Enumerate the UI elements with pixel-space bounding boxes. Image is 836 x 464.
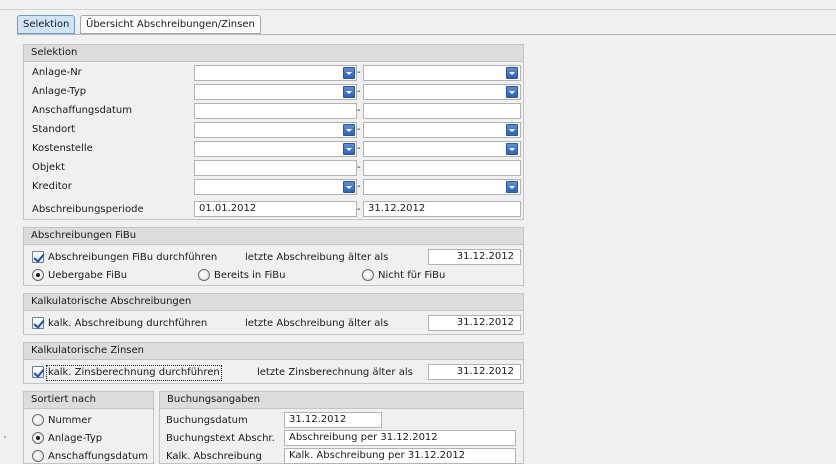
- anlage-typ-label: Anlage-Typ: [32, 86, 87, 97]
- kreditor-label: Kreditor: [32, 181, 72, 192]
- sort-anlage-typ-radio[interactable]: [32, 432, 44, 444]
- buchungsdatum-label: Buchungsdatum: [166, 415, 248, 426]
- fibu-older-label: letzte Abschreibung älter als: [245, 252, 389, 263]
- kostenstelle-from-dropdown-icon[interactable]: [343, 143, 355, 155]
- range-separator: -: [357, 143, 361, 154]
- kreditor-to-select[interactable]: [363, 179, 521, 195]
- range-separator: -: [357, 67, 361, 78]
- anlage-typ-from-dropdown-icon[interactable]: [343, 86, 355, 98]
- anschaffungsdatum-from-input[interactable]: [194, 103, 357, 119]
- kalk-zinsen-older-label: letzte Zinsberechnung älter als: [257, 367, 413, 378]
- sortiert-panel: Sortiert nach Nummer Anlage-Typ Anschaff…: [23, 391, 154, 464]
- fibu-date-input[interactable]: 31.12.2012: [428, 249, 521, 265]
- kalk-abschreibung-checkbox[interactable]: [32, 317, 44, 329]
- uebergabe-fibu-radio[interactable]: [32, 269, 44, 281]
- sort-anschaffungsdatum-radio[interactable]: [32, 450, 44, 462]
- kostenstelle-label: Kostenstelle: [32, 143, 93, 154]
- sort-anlage-typ-label[interactable]: Anlage-Typ: [48, 433, 102, 445]
- kreditor-to-dropdown-icon[interactable]: [506, 181, 518, 193]
- selektion-title: Selektion: [24, 45, 523, 62]
- kalk-zinsen-title: Kalkulatorische Zinsen: [24, 343, 523, 360]
- anlage-typ-to-select[interactable]: [363, 84, 521, 100]
- tab-baseline: [17, 34, 836, 35]
- kostenstelle-from-select[interactable]: [194, 141, 357, 157]
- anlage-nr-from-dropdown-icon[interactable]: [343, 67, 355, 79]
- uebergabe-fibu-label[interactable]: Uebergabe FiBu: [48, 270, 127, 282]
- kalk-zinsen-date-input[interactable]: 31.12.2012: [428, 364, 521, 380]
- left-edge-marker: [4, 436, 6, 438]
- selektion-panel: Selektion Anlage-Nr - Anlage-Typ - Ansch…: [23, 44, 524, 220]
- kostenstelle-to-dropdown-icon[interactable]: [506, 143, 518, 155]
- tab-selektion[interactable]: Selektion: [17, 15, 76, 34]
- range-separator: -: [357, 105, 361, 116]
- abschreibungsperiode-to-input[interactable]: 31.12.2012: [363, 201, 521, 217]
- kalk-zinsen-checkbox-label[interactable]: kalk. Zinsberechnung durchführen: [46, 365, 222, 381]
- buchungsdatum-input[interactable]: 31.12.2012: [284, 412, 382, 428]
- abschreibungsperiode-label: Abschreibungsperiode: [32, 204, 144, 215]
- buchungsangaben-title: Buchungsangaben: [160, 392, 523, 409]
- kreditor-from-select[interactable]: [194, 179, 357, 195]
- anlage-nr-to-dropdown-icon[interactable]: [506, 67, 518, 79]
- range-separator: -: [357, 124, 361, 135]
- anschaffungsdatum-label: Anschaffungsdatum: [32, 105, 132, 116]
- anschaffungsdatum-to-input[interactable]: [363, 103, 521, 119]
- fibu-checkbox[interactable]: [32, 251, 44, 263]
- anlage-typ-from-select[interactable]: [194, 84, 357, 100]
- objekt-label: Objekt: [32, 162, 65, 173]
- bereits-in-fibu-label[interactable]: Bereits in FiBu: [214, 270, 285, 282]
- window-top-border: [0, 9, 836, 10]
- standort-to-select[interactable]: [363, 122, 521, 138]
- kostenstelle-to-select[interactable]: [363, 141, 521, 157]
- anlage-nr-from-select[interactable]: [194, 65, 357, 81]
- nicht-fuer-fibu-radio[interactable]: [362, 269, 374, 281]
- nicht-fuer-fibu-label[interactable]: Nicht für FiBu: [378, 270, 445, 282]
- objekt-from-input[interactable]: [194, 160, 357, 176]
- range-separator: -: [357, 204, 361, 215]
- kalk-abschreibung-older-label: letzte Abschreibung älter als: [245, 318, 389, 329]
- objekt-to-input[interactable]: [363, 160, 521, 176]
- buchungsangaben-panel: Buchungsangaben Buchungsdatum 31.12.2012…: [159, 391, 524, 464]
- abschreibungsperiode-from-input[interactable]: 01.01.2012: [194, 201, 357, 217]
- kalk-zinsen-checkbox[interactable]: [32, 366, 44, 378]
- kreditor-from-dropdown-icon[interactable]: [343, 181, 355, 193]
- kalk-abschreibung-date-input[interactable]: 31.12.2012: [428, 315, 521, 331]
- anlage-nr-label: Anlage-Nr: [32, 67, 82, 78]
- buchungstext-label: Buchungstext Abschr.: [166, 433, 275, 444]
- bereits-in-fibu-radio[interactable]: [198, 269, 210, 281]
- anlage-typ-to-dropdown-icon[interactable]: [506, 86, 518, 98]
- sort-nummer-radio[interactable]: [32, 414, 44, 426]
- sortiert-title: Sortiert nach: [24, 392, 153, 409]
- standort-from-select[interactable]: [194, 122, 357, 138]
- standort-label: Standort: [32, 124, 76, 135]
- kalk-abschreibung-text-input[interactable]: Kalk. Abschreibung per 31.12.2012: [284, 448, 516, 464]
- standort-from-dropdown-icon[interactable]: [343, 124, 355, 136]
- tab-uebersicht[interactable]: Übersicht Abschreibungen/Zinsen: [80, 15, 261, 34]
- kalk-abschreibung-text-label: Kalk. Abschreibung: [166, 451, 262, 462]
- range-separator: -: [357, 162, 361, 173]
- fibu-panel: Abschreibungen FiBu Abschreibungen FiBu …: [23, 227, 524, 286]
- kalk-abschreibungen-title: Kalkulatorische Abschreibungen: [24, 294, 523, 311]
- kalk-abschreibung-checkbox-label[interactable]: kalk. Abschreibung durchführen: [48, 318, 207, 330]
- sort-anschaffungsdatum-label[interactable]: Anschaffungsdatum: [48, 451, 148, 463]
- fibu-checkbox-label[interactable]: Abschreibungen FiBu durchführen: [48, 252, 217, 264]
- buchungstext-input[interactable]: Abschreibung per 31.12.2012: [284, 430, 516, 446]
- fibu-title: Abschreibungen FiBu: [24, 228, 523, 245]
- kalk-abschreibungen-panel: Kalkulatorische Abschreibungen kalk. Abs…: [23, 293, 524, 335]
- range-separator: -: [357, 181, 361, 192]
- range-separator: -: [357, 86, 361, 97]
- anlage-nr-to-select[interactable]: [363, 65, 521, 81]
- kalk-zinsen-panel: Kalkulatorische Zinsen kalk. Zinsberechn…: [23, 342, 524, 384]
- sort-nummer-label[interactable]: Nummer: [48, 415, 92, 427]
- standort-to-dropdown-icon[interactable]: [506, 124, 518, 136]
